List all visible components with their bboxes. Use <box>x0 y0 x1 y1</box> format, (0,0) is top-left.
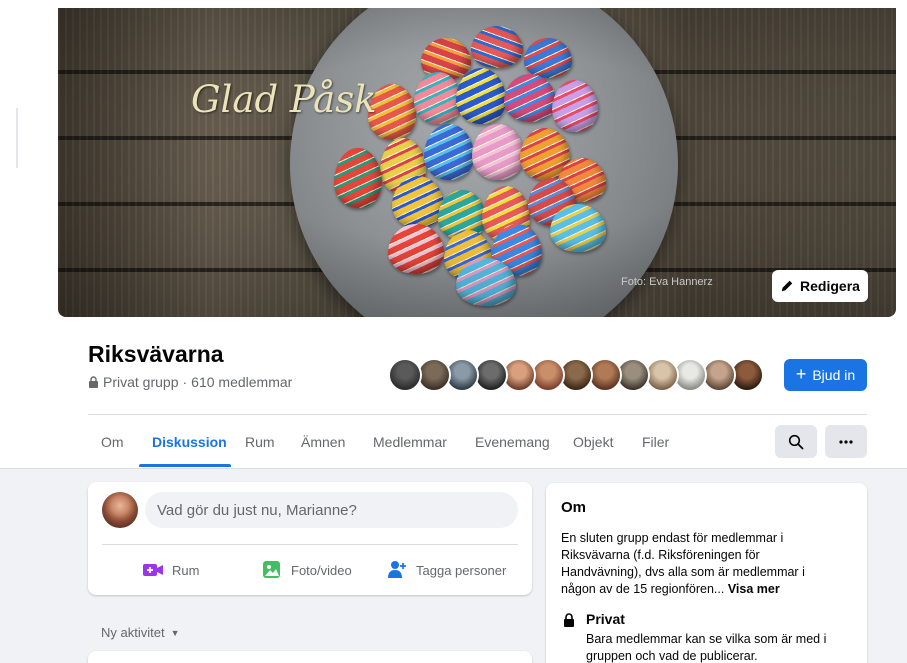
feed-top-border <box>0 468 907 469</box>
video-plus-icon <box>143 564 163 576</box>
tag-people-icon <box>388 561 406 578</box>
composer-input[interactable]: Vad gör du just nu, Marianne? <box>145 492 518 528</box>
privacy-description: Bara medlemmar kan se vilka som är med i… <box>586 632 827 663</box>
plus-icon: + <box>795 364 807 384</box>
edit-cover-button[interactable]: Redigera <box>772 270 868 302</box>
tab-filer[interactable]: Filer <box>642 418 669 466</box>
privacy-title: Privat <box>586 611 625 627</box>
active-tab-indicator <box>139 464 231 467</box>
caret-down-icon: ▼ <box>170 627 180 638</box>
composer-action-tag[interactable]: Tagga personer <box>386 556 506 584</box>
pencil-icon <box>781 280 793 292</box>
member-avatar[interactable] <box>388 358 422 392</box>
photo-credit: Foto: Eva Hannerz <box>621 276 713 288</box>
meta-separator: · <box>182 374 188 390</box>
lock-icon <box>89 376 98 388</box>
composer-divider <box>102 544 518 545</box>
more-button[interactable] <box>825 425 867 458</box>
tab-evenemang[interactable]: Evenemang <box>475 418 550 466</box>
feed-post-card <box>88 651 532 663</box>
activity-sort-label: Ny aktivitet <box>101 625 165 640</box>
tab-diskussion[interactable]: Diskussion <box>152 418 227 466</box>
see-more-link[interactable]: Visa mer <box>728 582 780 596</box>
about-card: Om En sluten grupp endast för medlemmar … <box>546 483 867 663</box>
cover-photo: Glad Påsk Foto: Eva Hannerz Redigera <box>58 8 896 317</box>
tab-objekt[interactable]: Objekt <box>573 418 613 466</box>
lock-icon <box>564 613 574 627</box>
group-meta: Privat grupp · 610 medlemmar <box>88 374 292 390</box>
composer-action-room-label: Rum <box>172 562 200 578</box>
group-privacy[interactable]: Privat grupp <box>103 374 178 390</box>
composer-action-photo[interactable]: Foto/video <box>261 556 352 584</box>
invite-label: Bjud in <box>812 367 856 383</box>
composer-action-tag-label: Tagga personer <box>416 562 507 578</box>
activity-sort[interactable]: Ny aktivitet ▼ <box>101 625 180 640</box>
edit-cover-label: Redigera <box>800 278 860 294</box>
photo-icon <box>263 561 280 578</box>
invite-button[interactable]: + Bjud in <box>784 359 867 391</box>
search-icon <box>788 434 804 449</box>
search-button[interactable] <box>775 425 817 458</box>
member-avatars[interactable] <box>388 358 768 392</box>
cover-title: Glad Påsk <box>191 78 377 121</box>
tab-ämnen[interactable]: Ämnen <box>301 418 345 466</box>
about-title: Om <box>561 499 587 516</box>
tab-om[interactable]: Om <box>101 418 124 466</box>
tab-medlemmar[interactable]: Medlemmar <box>373 418 447 466</box>
more-icon <box>839 439 853 444</box>
composer-action-room[interactable]: Rum <box>142 556 199 584</box>
tab-rum[interactable]: Rum <box>245 418 275 466</box>
current-user-avatar[interactable] <box>102 492 138 528</box>
about-description: En sluten grupp endast för medlemmar i R… <box>561 530 843 598</box>
composer-action-photo-label: Foto/video <box>291 562 352 578</box>
group-name[interactable]: Riksvävarna <box>88 341 224 368</box>
post-composer: Vad gör du just nu, Marianne? Rum Foto/v… <box>88 482 532 595</box>
header-divider <box>88 414 867 415</box>
member-count[interactable]: 610 medlemmar <box>191 374 292 390</box>
